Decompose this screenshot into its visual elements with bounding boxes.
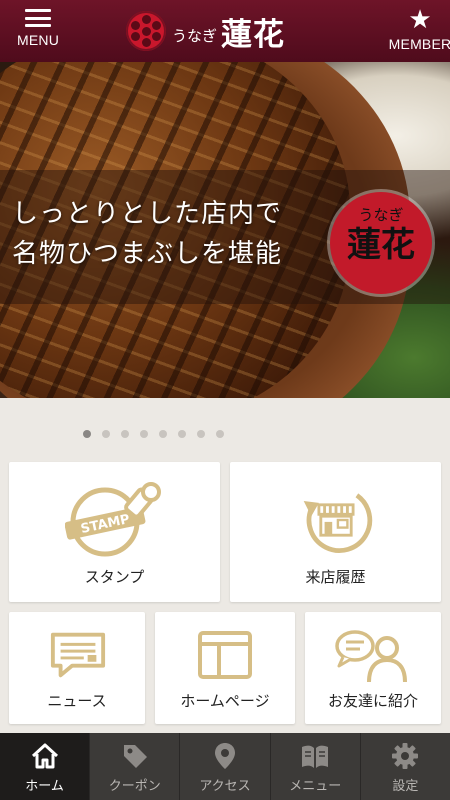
carousel-dot[interactable] — [215, 430, 224, 438]
homepage-label: ホームページ — [180, 692, 270, 710]
stamp-icon: STAMP — [65, 482, 161, 557]
hero-logo-badge: うなぎ 蓮花 — [330, 192, 432, 294]
stamp-label: スタンプ — [84, 568, 145, 586]
gear-icon — [392, 743, 419, 769]
lotus-crest-icon — [126, 11, 166, 51]
tab-coupon[interactable]: クーポン — [90, 733, 181, 800]
stamp-tile[interactable]: STAMP スタンプ — [9, 462, 220, 602]
tab-home-label: ホーム — [25, 779, 64, 794]
tab-coupon-label: クーポン — [108, 779, 161, 794]
visit-history-tile[interactable]: 来店履歴 — [230, 462, 441, 602]
tab-access[interactable]: アクセス — [180, 733, 271, 800]
badge-small-text: うなぎ — [358, 206, 404, 224]
badge-big-text: 蓮花 — [347, 225, 415, 265]
bottom-tab-bar: ホーム クーポン アクセス メニュー 設定 — [0, 733, 450, 800]
carousel-dot[interactable] — [120, 430, 129, 438]
carousel-dot[interactable] — [158, 430, 167, 438]
logo-small-text: うなぎ — [172, 26, 218, 45]
carousel-dot[interactable] — [177, 430, 186, 438]
carousel-dot[interactable] — [82, 430, 91, 438]
carousel-indicator — [0, 430, 378, 442]
shop-history-icon — [303, 493, 373, 553]
hero-banner[interactable]: しっとりとした店内で 名物ひつまぶしを堪能 うなぎ 蓮花 — [0, 62, 450, 398]
app-header: MENU うなぎ 蓮花 ★ MEMBER — [0, 0, 450, 62]
news-label: ニュース — [47, 692, 107, 710]
tab-home[interactable]: ホーム — [0, 733, 91, 800]
carousel-dot[interactable] — [139, 430, 148, 438]
book-icon — [302, 745, 329, 768]
member-button[interactable]: ★ MEMBER — [380, 6, 450, 58]
hero-caption: しっとりとした店内で 名物ひつまぶしを堪能 — [12, 194, 282, 274]
webpage-icon — [198, 631, 252, 679]
news-speech-icon — [50, 632, 106, 678]
carousel-dot[interactable] — [196, 430, 205, 438]
tab-menu-label: メニュー — [289, 779, 342, 794]
coupon-tag-icon — [123, 745, 147, 768]
visit-history-label: 来店履歴 — [305, 568, 366, 586]
menu-button[interactable]: MENU — [0, 6, 78, 58]
news-tile[interactable]: ニュース — [9, 612, 145, 724]
home-icon — [31, 743, 58, 769]
star-icon: ★ — [408, 5, 432, 35]
carousel-dot[interactable] — [101, 430, 110, 438]
tab-access-label: アクセス — [199, 779, 251, 794]
tab-settings[interactable]: 設定 — [361, 733, 450, 800]
hero-caption-line1: しっとりとした店内で — [12, 199, 283, 229]
tab-menu[interactable]: メニュー — [271, 733, 361, 800]
location-pin-icon — [215, 743, 235, 769]
tab-settings-label: 設定 — [392, 779, 419, 794]
invite-friend-label: お友達に紹介 — [327, 692, 418, 710]
member-label: MEMBER — [388, 36, 450, 52]
logo-big-text: 蓮花 — [221, 16, 286, 53]
hamburger-icon — [25, 6, 51, 30]
menu-label: MENU — [16, 32, 60, 48]
hero-caption-line2: 名物ひつまぶしを堪能 — [12, 239, 283, 269]
invite-friend-icon — [335, 630, 407, 683]
homepage-tile[interactable]: ホームページ — [155, 612, 295, 724]
invite-friend-tile[interactable]: お友達に紹介 — [305, 612, 441, 724]
brand-logo: うなぎ 蓮花 — [126, 8, 326, 54]
